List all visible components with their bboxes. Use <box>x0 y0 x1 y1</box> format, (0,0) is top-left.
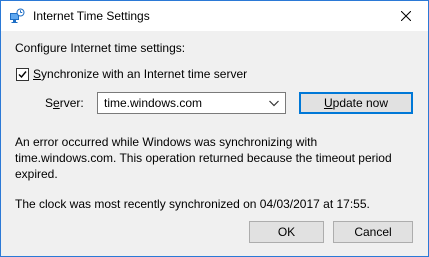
chevron-down-icon[interactable] <box>269 100 279 107</box>
internet-time-settings-dialog: Internet Time Settings Configure Interne… <box>0 0 429 257</box>
window-title: Internet Time Settings <box>33 9 150 23</box>
sync-checkbox-accel: S <box>33 67 42 81</box>
title-bar[interactable]: Internet Time Settings <box>1 1 428 31</box>
error-message-line-1: An error occurred while Windows was sync… <box>15 135 318 149</box>
sync-checkbox-box[interactable] <box>16 68 29 81</box>
server-value[interactable]: time.windows.com <box>104 96 202 110</box>
error-message-line-2: time.windows.com. This operation returne… <box>15 151 392 165</box>
error-message-line-3: expired. <box>15 167 58 181</box>
close-icon <box>401 11 411 21</box>
dialog-content: Configure Internet time settings: Synchr… <box>1 31 428 256</box>
update-now-rest: pdate now <box>332 96 389 110</box>
cancel-button[interactable]: Cancel <box>333 221 413 243</box>
checkmark-icon <box>18 71 27 79</box>
server-combobox[interactable]: time.windows.com <box>97 92 286 114</box>
update-now-accel: U <box>323 96 333 110</box>
update-now-button[interactable]: Update now <box>299 92 413 114</box>
settings-heading: Configure Internet time settings: <box>15 41 186 55</box>
server-label: Server: <box>45 96 84 110</box>
sync-checkbox-label-text: ynchronize with an Internet time server <box>41 67 248 81</box>
last-sync-text: The clock was most recently synchronized… <box>15 197 370 211</box>
sync-checkbox-label[interactable]: Synchronize with an Internet time server <box>33 67 247 81</box>
internet-time-settings-icon <box>9 8 25 24</box>
close-button[interactable] <box>384 1 428 31</box>
ok-button[interactable]: OK <box>249 221 324 243</box>
